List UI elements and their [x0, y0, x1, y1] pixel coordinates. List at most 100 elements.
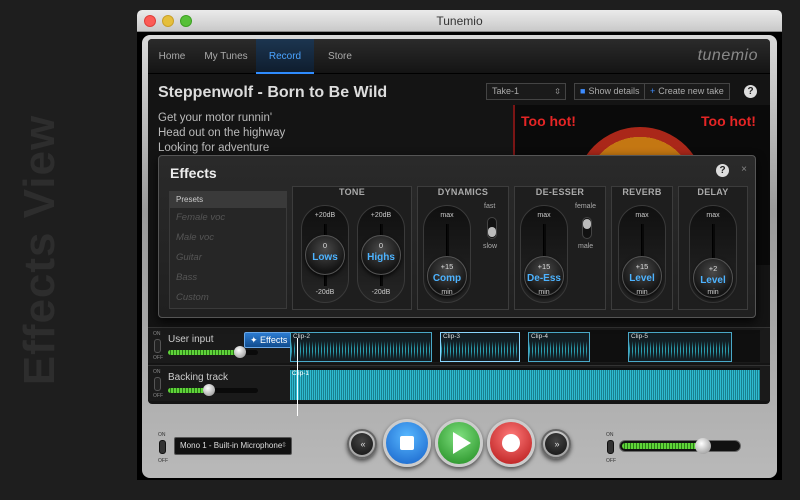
clip-label: Clip-1 — [292, 370, 309, 377]
effects-title: Effects — [170, 165, 217, 181]
track-onoff-switch[interactable]: ON OFF — [153, 369, 163, 399]
close-window-button[interactable] — [144, 15, 156, 27]
tab-my-tunes[interactable]: My Tunes — [196, 39, 256, 74]
delay-slider[interactable]: max +2 Level min — [689, 205, 737, 303]
wave — [291, 341, 431, 359]
rewind-icon: « — [351, 433, 373, 455]
master-volume-handle[interactable] — [694, 438, 711, 454]
deess-voice-toggle[interactable] — [582, 217, 592, 239]
clip[interactable]: Clip-5 — [628, 332, 732, 362]
toggle-switch[interactable] — [159, 440, 166, 454]
section-title: TONE — [338, 187, 366, 197]
reverb-slider[interactable]: max +15 Level min — [618, 205, 666, 303]
transport-bar: ON OFF Mono 1 - Built-in Microphone ⇳ « … — [142, 410, 777, 478]
help-icon[interactable]: ? — [744, 85, 757, 98]
tab-store[interactable]: Store — [314, 39, 366, 74]
effects-help-icon[interactable]: ? — [716, 164, 729, 177]
stop-icon — [400, 436, 414, 450]
toggle-switch[interactable] — [607, 440, 614, 454]
section-title: DELAY — [697, 187, 729, 197]
lows-slider[interactable]: +20dB 0 Lows -20dB — [301, 205, 349, 303]
minimize-window-button[interactable] — [162, 15, 174, 27]
record-button[interactable] — [487, 419, 535, 467]
min-label: min — [636, 289, 648, 296]
tab-record[interactable]: Record — [256, 39, 314, 74]
take-dropdown[interactable]: Take-1 ⇳ — [486, 83, 566, 100]
video-text-right: Too hot! — [701, 113, 756, 129]
comp-speed-toggle[interactable] — [487, 217, 497, 239]
on-label: ON — [153, 331, 161, 337]
input-onoff-switch[interactable]: ON OFF — [158, 432, 168, 464]
preset-item[interactable]: Female voc — [170, 208, 286, 228]
volume-handle[interactable] — [234, 346, 246, 358]
min-label: min — [707, 289, 719, 296]
effects-panel: Effects ? × Presets Female voc Male voc … — [158, 155, 756, 318]
stop-button[interactable] — [383, 419, 431, 467]
toggle-switch[interactable] — [154, 377, 161, 391]
play-button[interactable] — [435, 419, 483, 467]
forward-button[interactable]: » — [541, 429, 571, 459]
track-backing: ON OFF Backing track Clip-1 — [148, 365, 770, 401]
show-details-button[interactable]: ■ Show details — [574, 83, 646, 100]
take-dropdown-value: Take-1 — [492, 86, 520, 96]
clip[interactable]: Clip-3 — [440, 332, 520, 362]
max-label: max — [635, 212, 649, 219]
deess-slider[interactable]: max +15 De-Ess min — [520, 205, 568, 303]
window-controls — [144, 15, 192, 27]
section-title: DYNAMICS — [437, 187, 489, 197]
max-label: +20dB — [370, 212, 392, 219]
effects-button[interactable]: ✦ Effects — [244, 332, 294, 348]
track-name: User input — [168, 334, 214, 345]
side-title: Effects View — [0, 0, 80, 500]
tab-home[interactable]: Home — [148, 39, 196, 74]
off-label: OFF — [153, 393, 163, 399]
max-label: +20dB — [314, 212, 336, 219]
preset-item[interactable]: Guitar — [170, 248, 286, 268]
chevron-updown-icon: ⇳ — [554, 87, 561, 96]
playhead[interactable] — [297, 338, 298, 416]
lyrics-panel: Get your motor runnin' Head out on the h… — [158, 111, 285, 156]
off-label: OFF — [606, 458, 616, 464]
max-label: max — [440, 212, 454, 219]
close-icon[interactable]: × — [741, 164, 747, 175]
lyric-line: Looking for adventure — [158, 142, 270, 154]
volume-handle[interactable] — [202, 384, 215, 396]
toggle-bottom-label: slow — [483, 243, 498, 250]
preset-item[interactable]: Bass — [170, 268, 286, 288]
toggle-top-label: female — [575, 203, 597, 210]
toggle-switch[interactable] — [154, 339, 161, 353]
master-volume-slider[interactable] — [619, 438, 741, 454]
backing-waveform[interactable]: Clip-1 — [290, 368, 760, 400]
zoom-window-button[interactable] — [180, 15, 192, 27]
clip[interactable]: Clip-2 — [290, 332, 432, 362]
rewind-button[interactable]: « — [347, 429, 377, 459]
on-label: ON — [606, 432, 614, 438]
plus-icon: + — [650, 86, 656, 96]
input-device-dropdown[interactable]: Mono 1 - Built-in Microphone ⇳ — [174, 437, 292, 455]
max-label: max — [537, 212, 551, 219]
min-label: min — [538, 289, 550, 296]
preset-item[interactable]: Custom — [170, 288, 286, 308]
lows-knob[interactable]: 0 Lows — [305, 235, 345, 275]
song-title: Steppenwolf - Born to Be Wild — [158, 84, 388, 101]
preset-item[interactable]: Male voc — [170, 228, 286, 248]
master-volume-fill — [622, 443, 705, 449]
effects-icon: ✦ — [250, 335, 261, 345]
highs-knob[interactable]: 0 Highs — [361, 235, 401, 275]
user-waveform[interactable]: Clip-2 Clip-3 Clip-4 Clip-5 — [290, 330, 760, 362]
effects-button-label: Effects — [260, 335, 288, 345]
on-label: ON — [158, 432, 166, 438]
clip[interactable]: Clip-4 — [528, 332, 590, 362]
title-bar: Tunemio — [137, 10, 782, 32]
min-label: min — [441, 289, 453, 296]
track-onoff-switch[interactable]: ON OFF — [153, 331, 163, 361]
comp-slider[interactable]: max +15 Comp min — [423, 205, 471, 303]
create-take-button[interactable]: + Create new take — [644, 83, 730, 100]
video-text-left: Too hot! — [521, 113, 576, 129]
highs-slider[interactable]: +20dB 0 Highs -20dB — [357, 205, 405, 303]
delay-section: DELAY max +2 Level min — [678, 186, 748, 310]
backing-clip[interactable]: Clip-1 — [290, 370, 760, 400]
side-title-text: Effects View — [15, 114, 65, 386]
output-onoff-switch[interactable]: ON OFF — [606, 432, 616, 464]
knob-value: 0 — [322, 241, 328, 250]
